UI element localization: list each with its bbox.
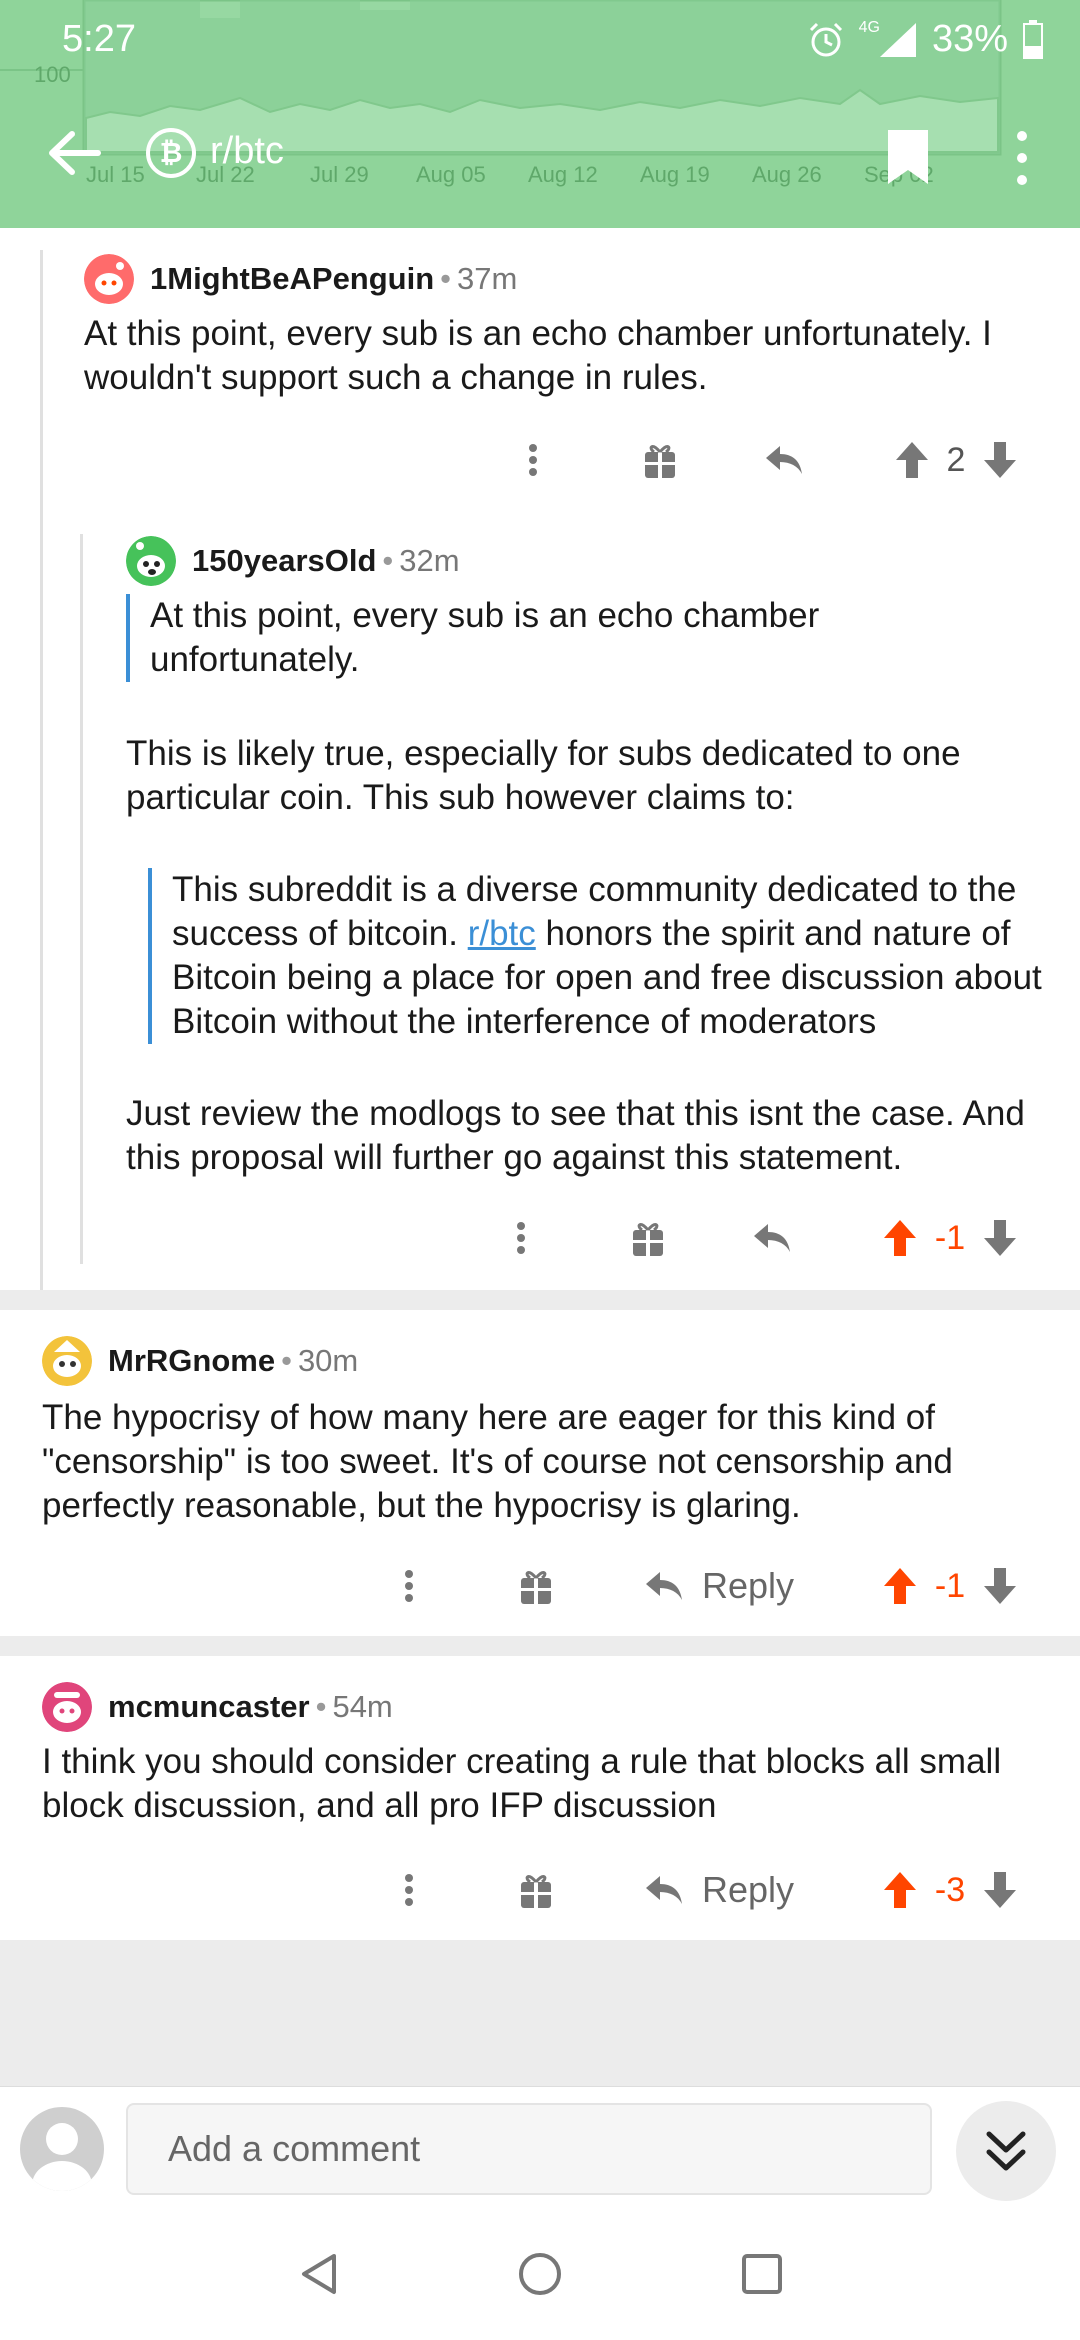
reply-icon[interactable] — [762, 430, 806, 490]
divider — [0, 1636, 1080, 1656]
comment-actions: Reply -1 — [400, 1556, 1060, 1616]
signal-icon — [879, 22, 916, 57]
comment-body: The hypocrisy of how many here are eager… — [42, 1398, 953, 1525]
downvote-icon[interactable] — [982, 1208, 1018, 1268]
double-chevron-down-icon — [986, 2131, 1026, 2171]
comment-score: -1 — [934, 1218, 966, 1257]
subreddit-link[interactable]: r/btc — [468, 914, 536, 953]
user-avatar[interactable] — [20, 2107, 104, 2191]
downvote-icon[interactable] — [982, 430, 1018, 490]
comment-thread: 1MightBeAPenguin • 37m At this point, ev… — [0, 228, 1080, 1290]
separator-dot: • — [382, 543, 394, 578]
reply-button[interactable]: Reply — [642, 1860, 802, 1920]
award-icon[interactable] — [642, 430, 678, 490]
upvote-icon[interactable] — [882, 1860, 918, 1920]
comment-header: MrRGnome • 30m — [42, 1336, 358, 1386]
comment-body: This is likely true, especially for subs… — [126, 734, 961, 817]
comment-input[interactable] — [126, 2103, 932, 2195]
reply-icon[interactable] — [750, 1208, 794, 1268]
nav-home-icon[interactable] — [516, 2250, 564, 2298]
upvote-icon[interactable] — [882, 1208, 918, 1268]
reply-icon — [646, 1876, 682, 1904]
downvote-icon[interactable] — [982, 1556, 1018, 1616]
battery-percent: 33% — [931, 18, 1008, 60]
status-icons: 4G 33% — [807, 18, 1044, 61]
nav-back-icon[interactable] — [296, 2250, 344, 2298]
comment-author[interactable]: mcmuncaster — [108, 1689, 310, 1725]
upvote-icon[interactable] — [882, 1556, 918, 1616]
comment-age: 30m — [297, 1343, 359, 1378]
upvote-icon[interactable] — [894, 430, 930, 490]
more-vert-icon[interactable] — [514, 1208, 528, 1268]
jump-down-button[interactable] — [956, 2101, 1056, 2201]
separator-dot: • — [440, 261, 452, 296]
comment-quote: At this point, every sub is an echo cham… — [126, 594, 986, 682]
comment-actions: Reply -3 — [400, 1860, 1060, 1920]
reply-label: Reply — [702, 1565, 795, 1606]
comment: MrRGnome • 30m The hypocrisy of how many… — [0, 1310, 1080, 1636]
avatar[interactable] — [126, 536, 176, 586]
comment-score: -3 — [934, 1870, 966, 1909]
comment-compose-bar — [0, 2086, 1080, 2210]
comment-body: I think you should consider creating a r… — [42, 1742, 1002, 1825]
award-icon[interactable] — [518, 1556, 554, 1616]
nav-recents-icon[interactable] — [738, 2250, 786, 2298]
toolbar-header: 100 Jul 15 Jul 22 Jul 29 Aug 05 Aug 12 A… — [0, 0, 1080, 228]
thread-line — [40, 250, 43, 1290]
status-time: 5:27 — [62, 18, 136, 60]
comment-header: mcmuncaster • 54m — [42, 1682, 393, 1732]
comment: mcmuncaster • 54m I think you should con… — [0, 1656, 1080, 1940]
reply-label: Reply — [702, 1869, 795, 1910]
comment-header: 1MightBeAPenguin • 37m — [84, 254, 517, 304]
comment-age: 32m — [399, 543, 460, 578]
avatar[interactable] — [42, 1682, 92, 1732]
more-vert-icon[interactable] — [402, 1556, 416, 1616]
app-bar: ₿ r/btc — [0, 110, 1080, 194]
avatar[interactable] — [84, 254, 134, 304]
comment-body: At this point, every sub is an echo cham… — [84, 314, 992, 397]
battery-icon — [1023, 19, 1043, 59]
comment-author[interactable]: 150yearsOld — [192, 543, 376, 579]
award-icon[interactable] — [518, 1860, 554, 1920]
comment-actions: 2 — [500, 430, 1060, 490]
alarm-icon — [809, 22, 842, 56]
reply-button[interactable]: Reply — [642, 1556, 802, 1616]
system-nav-bar — [0, 2210, 1080, 2340]
comment-author[interactable]: 1MightBeAPenguin — [150, 261, 434, 297]
comment-score: 2 — [946, 440, 966, 479]
network-type: 4G — [858, 18, 880, 36]
divider — [0, 1290, 1080, 1310]
more-vert-icon[interactable] — [526, 430, 540, 490]
more-vert-icon[interactable] — [1004, 128, 1040, 188]
separator-dot: • — [315, 1689, 327, 1724]
comment-header: 150yearsOld • 32m — [126, 536, 460, 586]
status-bar: 5:27 4G 33% — [0, 0, 1080, 80]
more-vert-icon[interactable] — [402, 1860, 416, 1920]
bookmark-icon[interactable] — [884, 128, 932, 186]
comment-age: 37m — [457, 261, 518, 296]
bitcoin-icon[interactable]: ₿ — [146, 128, 196, 178]
comment-quote: This subreddit is a diverse community de… — [148, 868, 1068, 1044]
user-silhouette-icon — [32, 2123, 92, 2191]
back-arrow-icon[interactable] — [44, 126, 104, 180]
subreddit-name[interactable]: r/btc — [210, 130, 284, 173]
comment-age: 54m — [332, 1689, 393, 1724]
comment-actions: -1 — [500, 1208, 1060, 1268]
comment-body: Just review the modlogs to see that this… — [126, 1094, 1025, 1177]
thread-line — [80, 534, 83, 1264]
separator-dot: • — [281, 1343, 292, 1378]
comment-author[interactable]: MrRGnome — [108, 1343, 275, 1379]
reply-icon — [646, 1572, 682, 1600]
comment-score: -1 — [934, 1566, 966, 1605]
avatar[interactable] — [42, 1336, 92, 1386]
downvote-icon[interactable] — [982, 1860, 1018, 1920]
award-icon[interactable] — [630, 1208, 666, 1268]
